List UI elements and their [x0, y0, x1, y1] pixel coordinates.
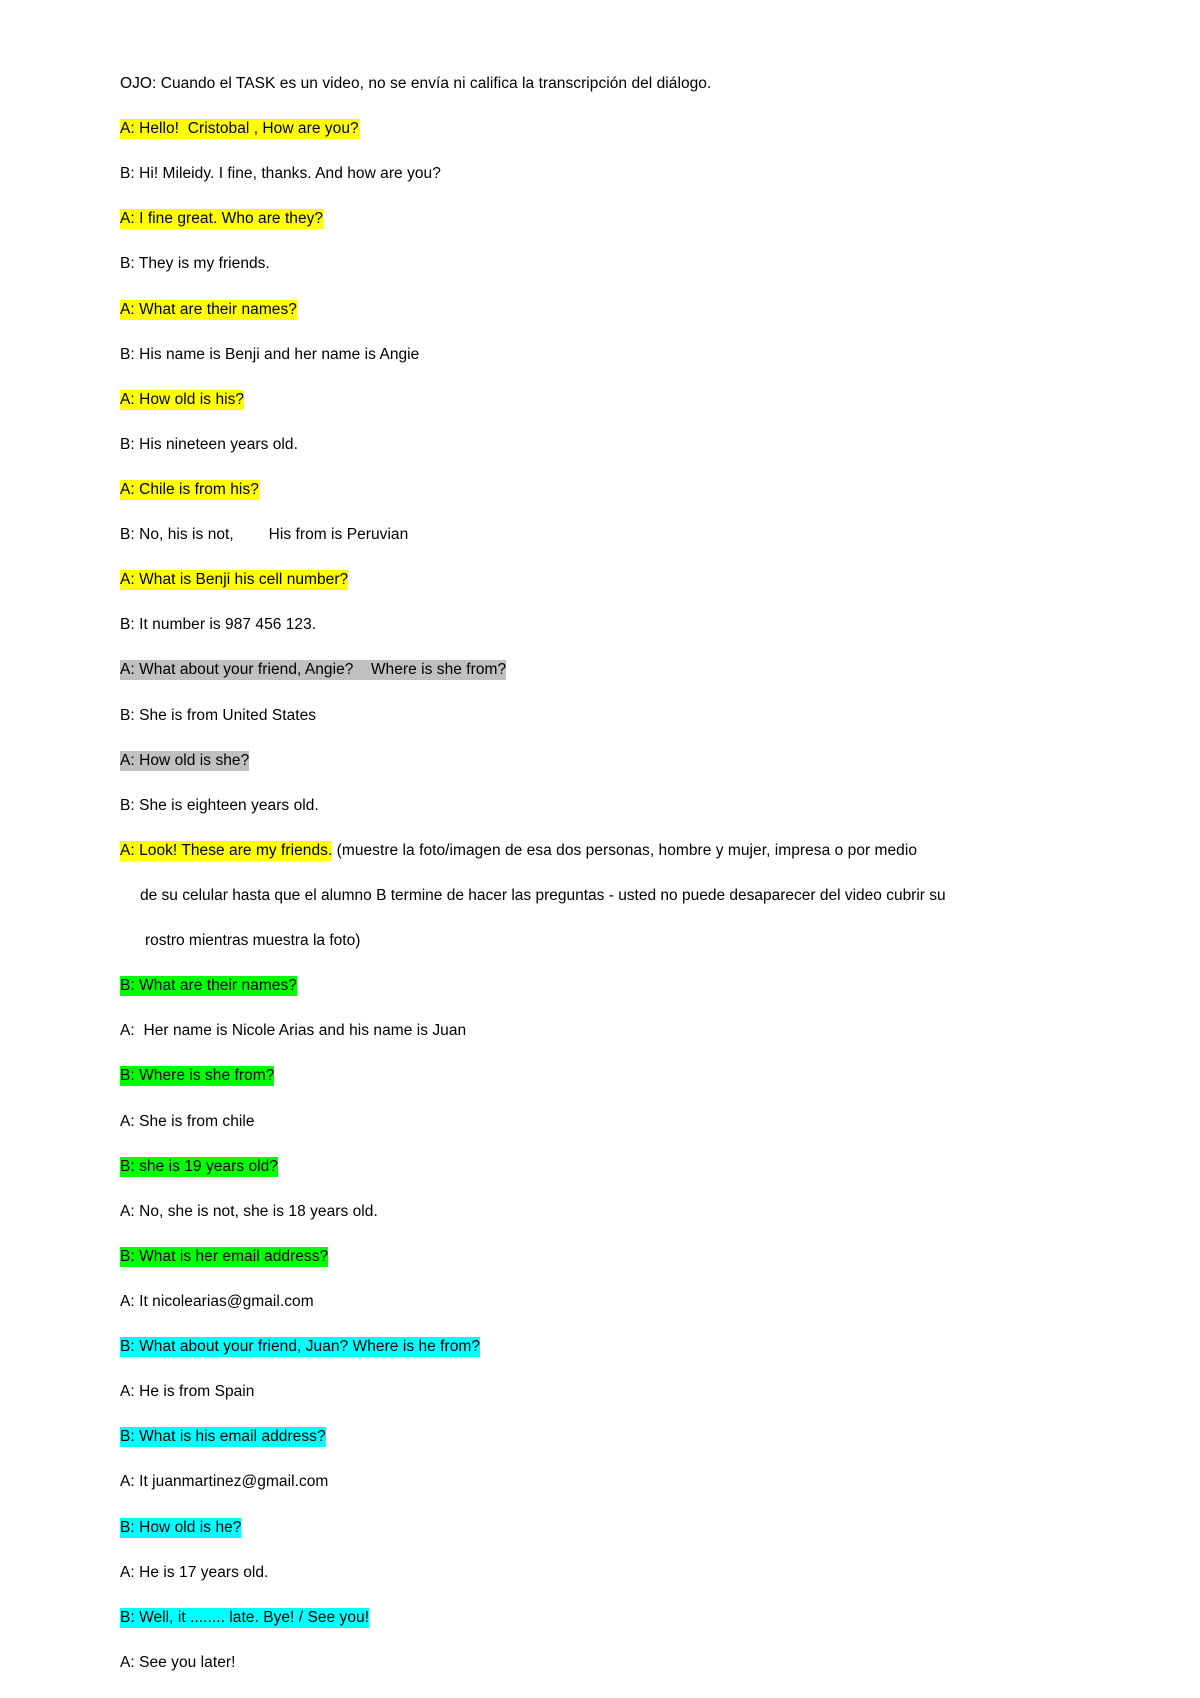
dialogue-line-text: B: She is eighteen years old. [120, 796, 319, 814]
dialogue-line-text: A: Her name is Nicole Arias and his name… [120, 1022, 467, 1040]
dialogue-line-text: B: What are their names? [120, 976, 297, 997]
dialogue-line-text: A: He is 17 years old. [120, 1563, 269, 1581]
dialogue-line-text: B: What is his email address? [120, 1427, 326, 1448]
dialogue-line: B: She is from United States [120, 706, 1150, 727]
dialogue-line: B: she is 19 years old? [120, 1156, 1150, 1178]
dialogue-line-text: A: She is from chile [120, 1112, 255, 1130]
dialogue-line: B: His nineteen years old. [120, 435, 1150, 456]
dialogue-line-text: B: His nineteen years old. [120, 435, 298, 453]
dialogue-line: A: Her name is Nicole Arias and his name… [120, 1021, 1150, 1042]
stage-direction-plain: (muestre la foto/imagen de esa dos perso… [332, 841, 918, 859]
dialogue-line-text: B: What about your friend, Juan? Where i… [120, 1337, 481, 1358]
dialogue-line: B: Well, it ........ late. Bye! / See yo… [120, 1607, 1150, 1629]
dialogue-line-text: B: They is my friends. [120, 255, 270, 273]
dialogue-line: B: What are their names? [120, 976, 1150, 997]
dialogue-line: A: I fine great. Who are they? [120, 209, 1150, 230]
dialogue-line: A: What is Benji his cell number? [120, 570, 1150, 591]
dialogue-block-second: B: What are their names? A: Her name is N… [120, 976, 1150, 1674]
dialogue-line-text: A: How old is his? [120, 389, 245, 410]
dialogue-line: B: Hi! Mileidy. I fine, thanks. And how … [120, 164, 1150, 185]
dialogue-line-text: A: See you later! [120, 1653, 236, 1671]
dialogue-line: A: No, she is not, she is 18 years old. [120, 1202, 1150, 1223]
dialogue-line: B: His name is Benji and her name is Ang… [120, 345, 1150, 366]
stage-direction-highlighted: A: Look! These are my friends. [120, 840, 333, 861]
document-page: OJO: Cuando el TASK es un video, no se e… [0, 0, 1200, 1698]
dialogue-line-text: A: What is Benji his cell number? [120, 570, 349, 591]
dialogue-line: B: What is her email address? [120, 1246, 1150, 1268]
dialogue-line: B: What is his email address? [120, 1427, 1150, 1448]
dialogue-line: B: They is my friends. [120, 254, 1150, 275]
dialogue-line-text: B: Well, it ........ late. Bye! / See yo… [120, 1607, 370, 1628]
stage-direction-continuation-2: rostro mientras muestra la foto) [145, 932, 361, 950]
dialogue-line: B: No, his is not, His from is Peruvian [120, 525, 1150, 546]
stage-direction-line: A: Look! These are my friends. (muestre … [120, 840, 1150, 862]
dialogue-line-text: B: It number is 987 456 123. [120, 616, 317, 634]
dialogue-line: A: He is from Spain [120, 1382, 1150, 1403]
dialogue-line: A: It nicolearias@gmail.com [120, 1292, 1150, 1313]
dialogue-line-text: B: Hi! Mileidy. I fine, thanks. And how … [120, 165, 441, 183]
dialogue-line: A: What are their names? [120, 299, 1150, 321]
dialogue-line: A: Hello! Cristobal , How are you? [120, 119, 1150, 140]
intro-note: OJO: Cuando el TASK es un video, no se e… [120, 74, 1150, 95]
dialogue-line: A: See you later! [120, 1653, 1150, 1674]
dialogue-line-text: A: It nicolearias@gmail.com [120, 1292, 314, 1310]
dialogue-block-first: A: Hello! Cristobal , How are you? B: Hi!… [120, 119, 1150, 817]
dialogue-line: B: She is eighteen years old. [120, 796, 1150, 817]
dialogue-line: B: It number is 987 456 123. [120, 615, 1150, 636]
dialogue-line-text: A: What about your friend, Angie? Where … [120, 660, 507, 681]
dialogue-line: B: How old is he? [120, 1517, 1150, 1539]
dialogue-line-text: B: How old is he? [120, 1517, 242, 1538]
dialogue-line: B: What about your friend, Juan? Where i… [120, 1337, 1150, 1358]
dialogue-line: A: How old is his? [120, 389, 1150, 411]
dialogue-line-text: B: she is 19 years old? [120, 1156, 278, 1177]
dialogue-line-text: B: Where is she from? [120, 1066, 275, 1087]
dialogue-line: A: How old is she? [120, 750, 1150, 772]
dialogue-line-text: A: Hello! Cristobal , How are you? [120, 119, 359, 140]
intro-note-text: OJO: Cuando el TASK es un video, no se e… [120, 75, 712, 92]
dialogue-line: A: He is 17 years old. [120, 1563, 1150, 1584]
dialogue-line: B: Where is she from? [120, 1066, 1150, 1087]
dialogue-line-text: A: I fine great. Who are they? [120, 209, 324, 230]
dialogue-line-text: A: How old is she? [120, 750, 250, 771]
dialogue-line: A: What about your friend, Angie? Where … [120, 660, 1150, 681]
dialogue-line-text: B: She is from United States [120, 706, 317, 724]
dialogue-line-text: A: He is from Spain [120, 1383, 255, 1401]
dialogue-line: A: She is from chile [120, 1112, 1150, 1133]
dialogue-line-text: B: What is her email address? [120, 1246, 329, 1267]
dialogue-line-text: A: What are their names? [120, 299, 297, 320]
dialogue-line-text: B: His name is Benji and her name is Ang… [120, 345, 420, 363]
dialogue-line: A: Chile is from his? [120, 479, 1150, 501]
dialogue-line-text: A: No, she is not, she is 18 years old. [120, 1202, 378, 1220]
stage-direction-continuation-1: de su celular hasta que el alumno B term… [140, 886, 946, 904]
dialogue-line-text: A: Chile is from his? [120, 479, 259, 500]
dialogue-line-text: B: No, his is not, His from is Peruvian [120, 526, 409, 544]
dialogue-line: A: It juanmartinez@gmail.com [120, 1472, 1150, 1493]
dialogue-line-text: A: It juanmartinez@gmail.com [120, 1473, 329, 1491]
